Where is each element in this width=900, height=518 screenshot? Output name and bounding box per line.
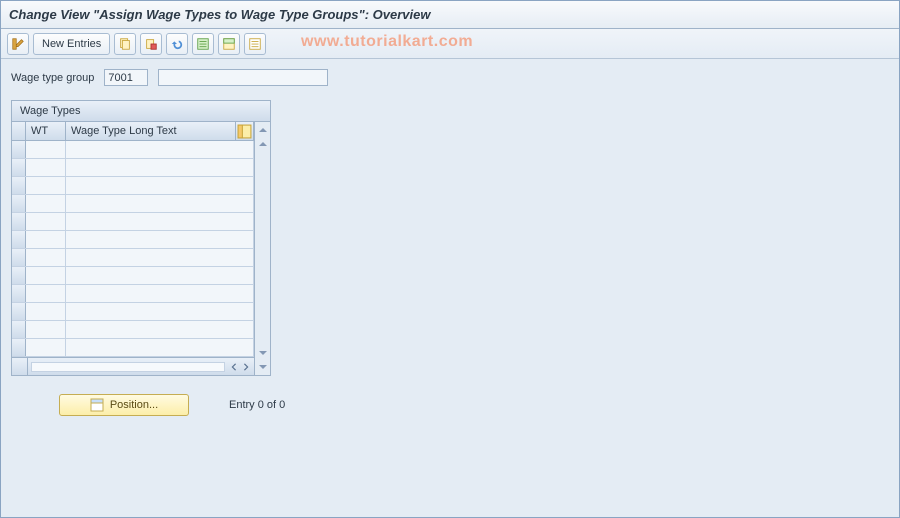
row-selector[interactable] — [12, 213, 26, 230]
table-row[interactable] — [12, 249, 254, 267]
undo-button[interactable] — [166, 33, 188, 55]
col-selector[interactable] — [12, 122, 26, 140]
cell-wt[interactable] — [26, 195, 66, 212]
cell-longtext[interactable] — [66, 249, 254, 266]
hscroll-left[interactable] — [228, 361, 240, 373]
wage-types-grid: WT Wage Type Long Text — [12, 122, 254, 375]
table-row[interactable] — [12, 231, 254, 249]
cell-longtext[interactable] — [66, 339, 254, 356]
row-selector[interactable] — [12, 159, 26, 176]
deselect-all-button[interactable] — [244, 33, 266, 55]
wage-type-group-row: Wage type group — [11, 69, 889, 86]
row-selector[interactable] — [12, 339, 26, 356]
vscroll-up2[interactable] — [257, 138, 269, 150]
wage-types-panel-title: Wage Types — [12, 101, 270, 122]
table-row[interactable] — [12, 159, 254, 177]
cell-longtext[interactable] — [66, 303, 254, 320]
row-selector[interactable] — [12, 195, 26, 212]
cell-wt[interactable] — [26, 249, 66, 266]
vscroll-up[interactable] — [257, 124, 269, 136]
cell-longtext[interactable] — [66, 231, 254, 248]
cell-wt[interactable] — [26, 177, 66, 194]
row-selector[interactable] — [12, 285, 26, 302]
toolbar: New Entries www.tutorialkart.com — [1, 29, 899, 59]
col-wt[interactable]: WT — [26, 122, 66, 140]
table-row[interactable] — [12, 177, 254, 195]
grid-body — [12, 141, 254, 357]
table-settings-button[interactable] — [236, 122, 254, 140]
entry-counter: Entry 0 of 0 — [229, 399, 285, 411]
table-row[interactable] — [12, 321, 254, 339]
table-row[interactable] — [12, 141, 254, 159]
cell-longtext[interactable] — [66, 141, 254, 158]
table-row[interactable] — [12, 339, 254, 357]
position-button[interactable]: Position... — [59, 394, 189, 416]
hscroll-right[interactable] — [240, 361, 252, 373]
wage-type-group-label: Wage type group — [11, 72, 94, 84]
row-selector[interactable] — [12, 249, 26, 266]
hscroll-track[interactable] — [31, 362, 225, 372]
cell-wt[interactable] — [26, 321, 66, 338]
wage-types-panel: Wage Types WT Wage Type Long Text — [11, 100, 271, 376]
wage-type-group-input[interactable] — [104, 69, 148, 86]
row-selector[interactable] — [12, 177, 26, 194]
page-title: Change View "Assign Wage Types to Wage T… — [9, 7, 430, 22]
cell-longtext[interactable] — [66, 159, 254, 176]
cell-longtext[interactable] — [66, 321, 254, 338]
table-row[interactable] — [12, 303, 254, 321]
cell-wt[interactable] — [26, 213, 66, 230]
delete-button[interactable] — [140, 33, 162, 55]
wage-type-group-desc-input[interactable] — [158, 69, 328, 86]
position-label: Position... — [110, 399, 158, 411]
table-row[interactable] — [12, 285, 254, 303]
copy-as-button[interactable] — [114, 33, 136, 55]
grid-header: WT Wage Type Long Text — [12, 122, 254, 141]
cell-longtext[interactable] — [66, 285, 254, 302]
row-selector[interactable] — [12, 303, 26, 320]
new-entries-button[interactable]: New Entries — [33, 33, 110, 55]
cell-wt[interactable] — [26, 303, 66, 320]
cell-longtext[interactable] — [66, 195, 254, 212]
col-longtext[interactable]: Wage Type Long Text — [66, 122, 236, 140]
footer-row: Position... Entry 0 of 0 — [11, 394, 889, 416]
cell-wt[interactable] — [26, 231, 66, 248]
row-selector[interactable] — [12, 231, 26, 248]
vscroll-down2[interactable] — [257, 347, 269, 359]
cell-wt[interactable] — [26, 339, 66, 356]
cell-longtext[interactable] — [66, 177, 254, 194]
table-row[interactable] — [12, 195, 254, 213]
table-row[interactable] — [12, 267, 254, 285]
title-bar: Change View "Assign Wage Types to Wage T… — [1, 1, 899, 29]
cell-longtext[interactable] — [66, 213, 254, 230]
watermark: www.tutorialkart.com — [301, 33, 473, 51]
cell-longtext[interactable] — [66, 267, 254, 284]
table-row[interactable] — [12, 213, 254, 231]
new-entries-label: New Entries — [42, 38, 101, 50]
vertical-scrollbar[interactable] — [254, 122, 270, 375]
cell-wt[interactable] — [26, 141, 66, 158]
cell-wt[interactable] — [26, 285, 66, 302]
main-area: Wage type group Wage Types WT Wage Type … — [1, 59, 899, 517]
cell-wt[interactable] — [26, 267, 66, 284]
vscroll-down[interactable] — [257, 361, 269, 373]
horizontal-scrollbar[interactable] — [12, 357, 254, 375]
row-selector[interactable] — [12, 321, 26, 338]
row-selector[interactable] — [12, 141, 26, 158]
select-block-button[interactable] — [218, 33, 240, 55]
select-all-button[interactable] — [192, 33, 214, 55]
cell-wt[interactable] — [26, 159, 66, 176]
toggle-view-button[interactable] — [7, 33, 29, 55]
row-selector[interactable] — [12, 267, 26, 284]
